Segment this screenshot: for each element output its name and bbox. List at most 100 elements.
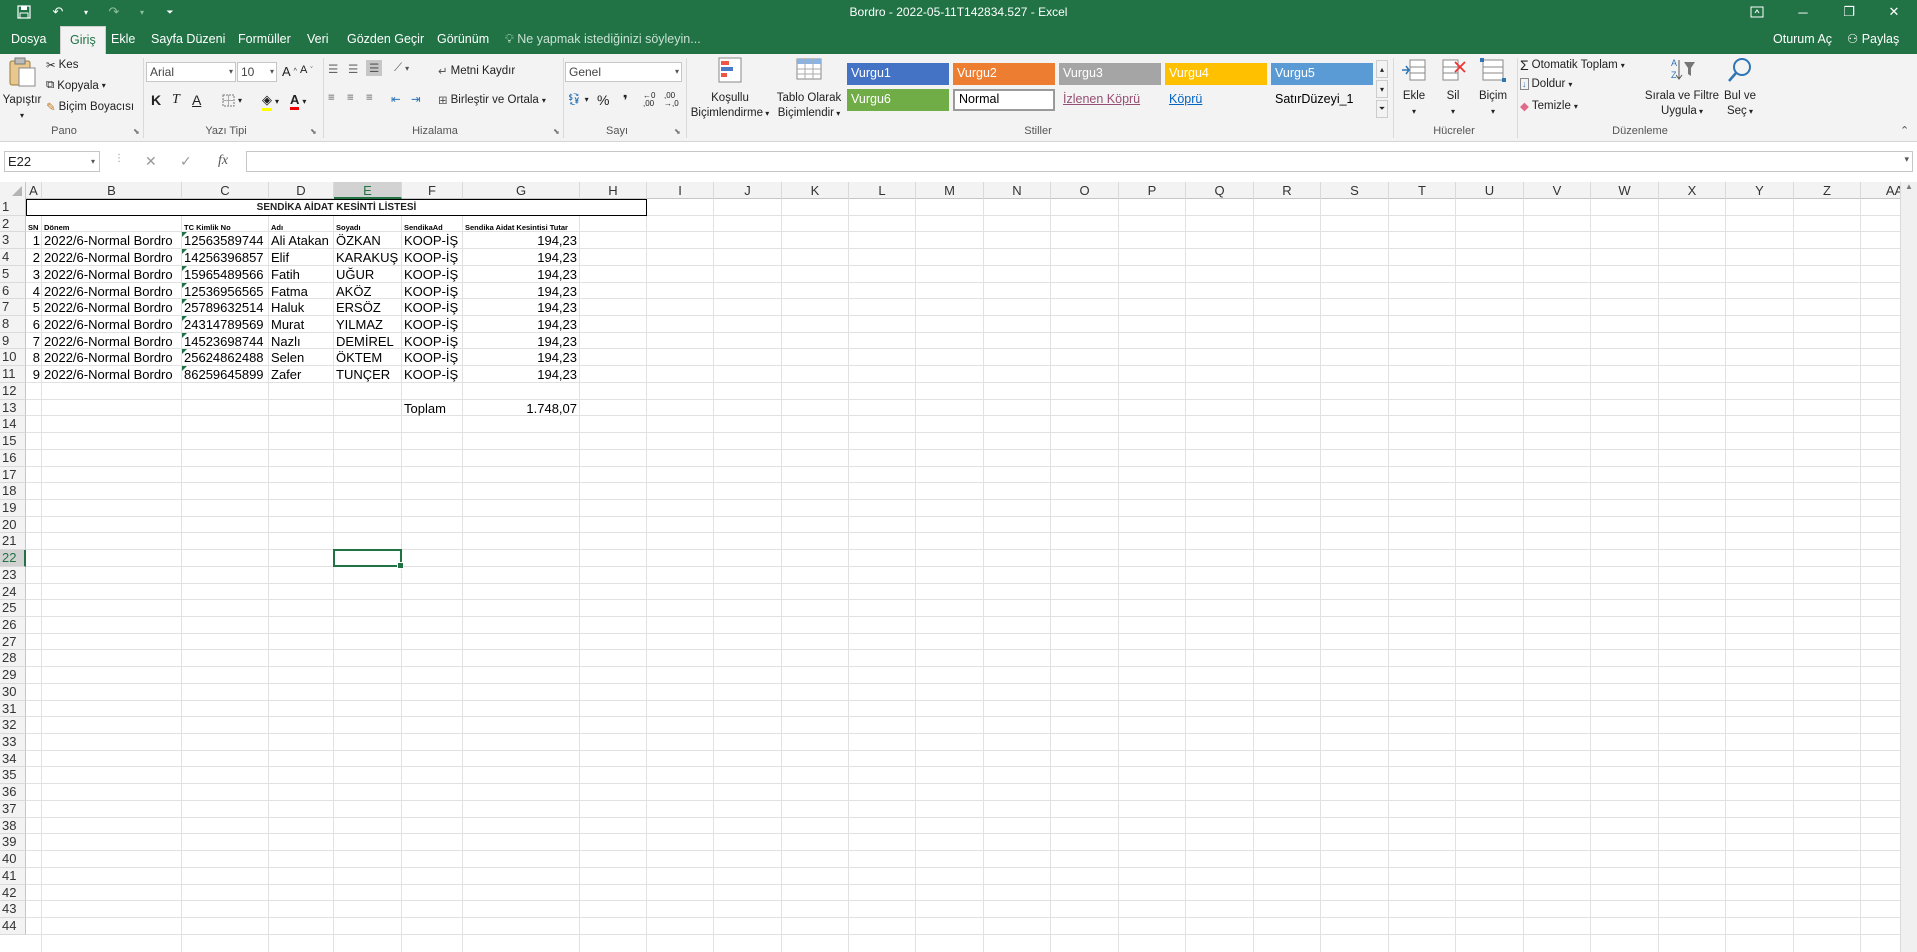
row-header-19[interactable]: 19 (0, 499, 26, 517)
data-cell[interactable]: 86259645899 (182, 366, 269, 383)
column-header-p[interactable]: P (1119, 182, 1186, 199)
row-header-22[interactable]: 22 (0, 550, 26, 567)
column-header-a[interactable]: A (26, 182, 42, 199)
data-cell[interactable]: 2022/6-Normal Bordro (42, 249, 182, 266)
decrease-decimal-button[interactable]: ,00 →,0 (664, 92, 679, 108)
data-cell[interactable]: DEMİREL (334, 333, 402, 350)
tab-dosya[interactable]: Dosya (2, 24, 55, 54)
grow-font-button[interactable]: A ^ (282, 64, 297, 79)
data-cell[interactable]: 8 (26, 349, 42, 366)
row-header-34[interactable]: 34 (0, 750, 26, 768)
data-cell[interactable]: TUNÇER (334, 366, 402, 383)
data-cell[interactable]: 194,23 (463, 349, 580, 366)
clear-button[interactable]: ◆ Temizle ▾ (1520, 99, 1578, 113)
data-cell[interactable]: ÖKTEM (334, 349, 402, 366)
increase-decimal-button[interactable]: ←0,00 (643, 92, 655, 108)
data-cell[interactable]: Selen (269, 349, 334, 366)
fill-button[interactable]: ↓ Doldur ▾ (1520, 78, 1572, 90)
data-cell[interactable]: KOOP-İŞ (402, 366, 463, 383)
style-hyperlink[interactable]: Köprü (1165, 89, 1267, 111)
row-header-38[interactable]: 38 (0, 817, 26, 835)
data-cell[interactable]: Haluk (269, 299, 334, 316)
column-header-e[interactable]: E (334, 182, 402, 199)
currency-button[interactable]: 💱︎ ▾ (567, 92, 589, 106)
data-cell[interactable]: 7 (26, 333, 42, 350)
cancel-entry-icon[interactable]: ✕ (145, 153, 157, 170)
data-cell[interactable]: 1 (26, 232, 42, 249)
data-cell[interactable]: 2022/6-Normal Bordro (42, 299, 182, 316)
expand-formula-bar-icon[interactable]: ▾ (1904, 154, 1909, 165)
row-header-31[interactable]: 31 (0, 700, 26, 718)
name-box[interactable]: E22 ▾ (4, 151, 100, 172)
column-header-t[interactable]: T (1389, 182, 1456, 199)
row-header-41[interactable]: 41 (0, 867, 26, 885)
data-cell[interactable]: KARAKUŞ (334, 249, 402, 266)
row-header-21[interactable]: 21 (0, 533, 26, 551)
column-header-z[interactable]: Z (1794, 182, 1861, 199)
tab-giris[interactable]: Giriş (60, 26, 106, 54)
style-followed-hyperlink[interactable]: İzlenen Köprü (1059, 89, 1161, 111)
column-header-d[interactable]: D (269, 182, 334, 199)
column-header-n[interactable]: N (984, 182, 1051, 199)
data-cell[interactable]: YILMAZ (334, 316, 402, 333)
row-header-36[interactable]: 36 (0, 784, 26, 801)
data-cell[interactable]: Fatma (269, 283, 334, 300)
data-cell[interactable]: 194,23 (463, 266, 580, 283)
row-header-27[interactable]: 27 (0, 633, 26, 651)
align-right-button[interactable]: ≡ (366, 92, 373, 104)
data-cell[interactable]: 15965489566 (182, 266, 269, 283)
data-cell[interactable]: UĞUR (334, 266, 402, 283)
styles-scroll-up-icon[interactable]: ▴ (1376, 60, 1388, 78)
row-header-44[interactable]: 44 (0, 917, 26, 935)
increase-indent-button[interactable]: ⇥ (411, 92, 421, 106)
data-cell[interactable]: ERSÖZ (334, 299, 402, 316)
data-cell[interactable]: 14523698744 (182, 333, 269, 350)
align-top-button[interactable]: ☰ (328, 62, 338, 76)
collapse-ribbon-icon[interactable]: ⌃ (1900, 124, 1909, 137)
find-select-button[interactable]: Bul ve Seç ▾ (1718, 56, 1762, 119)
conditional-formatting-button[interactable]: Koşullu Biçimlendirme ▾ (688, 56, 772, 121)
column-header-q[interactable]: Q (1186, 182, 1254, 199)
data-cell[interactable]: 12536956565 (182, 283, 269, 300)
align-bottom-button[interactable]: ☰ (366, 60, 383, 76)
data-cell[interactable]: 194,23 (463, 366, 580, 383)
row-header-35[interactable]: 35 (0, 767, 26, 785)
sort-filter-button[interactable]: AZ Sırala ve Filtre Uygula ▾ (1642, 56, 1722, 119)
orientation-button[interactable]: ⟋ ▾ (394, 62, 409, 75)
column-header-y[interactable]: Y (1726, 182, 1794, 199)
shrink-font-button[interactable]: Aˇ (300, 64, 313, 76)
style-vurgu5[interactable]: Vurgu5 (1271, 63, 1373, 85)
column-header-o[interactable]: O (1051, 182, 1119, 199)
data-cell[interactable]: 2022/6-Normal Bordro (42, 333, 182, 350)
autosum-button[interactable]: Σ Otomatik Toplam ▾ (1520, 57, 1625, 73)
bold-button[interactable]: K (151, 92, 161, 108)
row-header-16[interactable]: 16 (0, 449, 26, 467)
data-cell[interactable]: KOOP-İŞ (402, 266, 463, 283)
scroll-up-icon[interactable]: ▲ (1901, 182, 1917, 191)
row-header-9[interactable]: 9 (0, 332, 26, 350)
data-cell[interactable]: 2022/6-Normal Bordro (42, 266, 182, 283)
column-header-f[interactable]: F (402, 182, 463, 199)
data-cell[interactable]: KOOP-İŞ (402, 316, 463, 333)
row-header-5[interactable]: 5 (0, 265, 26, 283)
row-header-1[interactable]: 1 (0, 199, 26, 216)
merge-center-button[interactable]: ⊞ Birleştir ve Ortala ▾ (438, 93, 546, 107)
data-cell[interactable]: KOOP-İŞ (402, 249, 463, 266)
data-cell[interactable]: 2022/6-Normal Bordro (42, 232, 182, 249)
data-cell[interactable]: KOOP-İŞ (402, 283, 463, 300)
delete-cells-button[interactable]: Sil ▾ (1436, 56, 1470, 119)
row-header-23[interactable]: 23 (0, 566, 26, 584)
column-header-j[interactable]: J (714, 182, 782, 199)
italic-button[interactable]: T (172, 92, 180, 108)
data-cell[interactable]: 6 (26, 316, 42, 333)
styles-more-icon[interactable]: ⏷ (1376, 100, 1388, 118)
column-header-u[interactable]: U (1456, 182, 1524, 199)
row-header-24[interactable]: 24 (0, 583, 26, 601)
data-cell[interactable]: 14256396857 (182, 249, 269, 266)
align-middle-button[interactable]: ☰ (348, 62, 358, 76)
fill-color-button[interactable]: ◈ ▾ (262, 92, 279, 111)
column-header-c[interactable]: C (182, 182, 269, 199)
column-header-w[interactable]: W (1591, 182, 1659, 199)
column-header-g[interactable]: G (463, 182, 580, 199)
total-label-cell[interactable]: Toplam (402, 400, 463, 417)
